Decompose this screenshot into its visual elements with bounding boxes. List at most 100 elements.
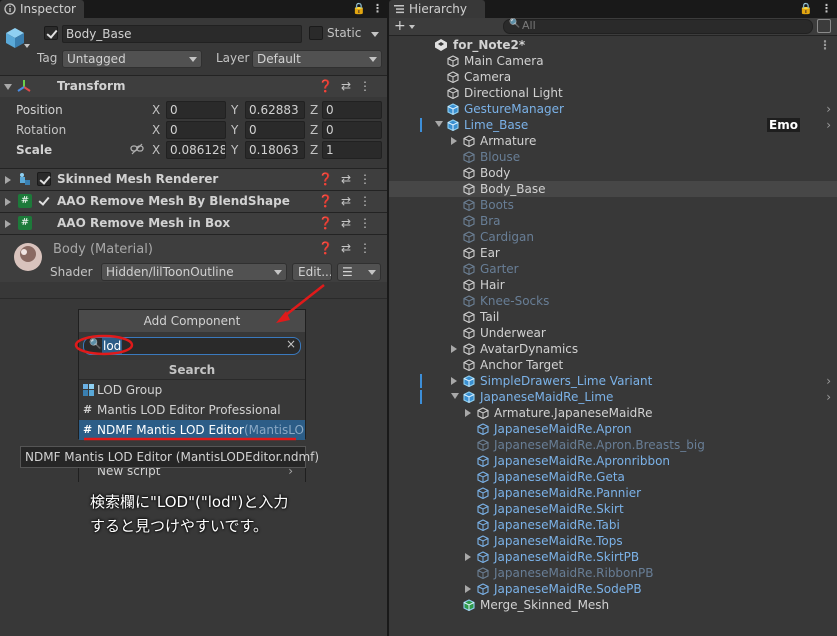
hierarchy-item[interactable]: JapaneseMaidRe.Tabi [389,517,837,533]
more-menu-icon[interactable]: ⋮ [821,2,832,15]
help-icon[interactable]: ❓ [318,172,341,186]
result-lod-group[interactable]: LOD Group [79,380,305,400]
hierarchy-item[interactable]: SimpleDrawers_Lime Variant › [389,373,837,389]
hierarchy-item[interactable]: Bra [389,213,837,229]
static-dropdown-caret-icon[interactable] [371,32,379,37]
tab-inspector[interactable]: Inspector [0,0,84,18]
hierarchy-item[interactable]: JapaneseMaidRe_Lime › [389,389,837,405]
presets-icon[interactable]: ⇄ [341,241,359,255]
hierarchy-item[interactable]: Tail [389,309,837,325]
tab-hierarchy[interactable]: Hierarchy [389,0,485,18]
help-icon[interactable]: ❓ [318,194,341,208]
foldout-closed-icon[interactable] [5,220,11,228]
scale-y-field[interactable]: 0.18063 [245,141,305,159]
result-mantis-lod-pro[interactable]: # Mantis LOD Editor Professional [79,400,305,420]
presets-icon[interactable]: ⇄ [341,79,359,93]
foldout-closed-icon[interactable] [465,585,471,593]
hierarchy-item[interactable]: Blouse [389,149,837,165]
scale-x-field[interactable]: 0.086128 [166,141,226,159]
help-icon[interactable]: ❓ [318,216,341,230]
hierarchy-item[interactable]: JapaneseMaidRe.Apron [389,421,837,437]
hierarchy-item[interactable]: JapaneseMaidRe.Apronribbon [389,453,837,469]
hierarchy-item[interactable]: Directional Light [389,85,837,101]
hierarchy-item[interactable]: Ear [389,245,837,261]
rotation-z-field[interactable]: 0 [322,121,382,139]
create-plus-icon[interactable]: + [394,18,406,34]
more-menu-icon[interactable]: ⋮ [359,216,379,230]
hierarchy-item[interactable]: Body_Base [389,181,837,197]
presets-icon[interactable]: ⇄ [341,194,359,208]
aao-box-header[interactable]: # AAO Remove Mesh in Box ❓⇄⋮ [0,212,387,234]
icon-dropdown-caret-icon[interactable] [24,44,30,48]
scene-visibility-icon[interactable] [817,19,831,33]
hierarchy-item[interactable]: Underwear [389,325,837,341]
help-icon[interactable]: ❓ [318,241,341,255]
hierarchy-item[interactable]: Merge_Skinned_Mesh [389,597,837,613]
hierarchy-item[interactable]: JapaneseMaidRe.RibbonPB [389,565,837,581]
shader-dropdown[interactable]: Hidden/lilToonOutline [101,263,287,281]
aao-blendshape-header[interactable]: # AAO Remove Mesh By BlendShape ❓⇄⋮ [0,190,387,212]
skinned-mesh-renderer-header[interactable]: Skinned Mesh Renderer ❓⇄⋮ [0,168,387,190]
presets-icon[interactable]: ⇄ [341,216,359,230]
foldout-closed-icon[interactable] [465,553,471,561]
new-script-row[interactable]: New script › [78,468,306,482]
chevron-right-icon[interactable]: › [826,117,831,133]
hierarchy-item[interactable]: Body [389,165,837,181]
position-x-field[interactable]: 0 [166,101,226,119]
hierarchy-item[interactable]: JapaneseMaidRe.Skirt [389,501,837,517]
chevron-right-icon[interactable]: › [826,101,831,117]
transform-header[interactable]: Transform ❓⇄⋮ [0,75,387,97]
scale-z-field[interactable]: 1 [322,141,382,159]
more-menu-icon[interactable]: ⋮ [819,37,831,53]
object-name-field[interactable]: Body_Base [62,25,302,43]
hierarchy-item[interactable]: Armature [389,133,837,149]
hierarchy-item[interactable]: Knee-Socks [389,293,837,309]
tag-dropdown[interactable]: Untagged [62,50,202,68]
position-y-field[interactable]: 0.62883 [245,101,305,119]
more-menu-icon[interactable]: ⋮ [372,2,383,15]
hierarchy-item[interactable]: JapaneseMaidRe.SodePB [389,581,837,597]
more-menu-icon[interactable]: ⋮ [359,79,379,93]
chevron-right-icon[interactable]: › [826,373,831,389]
presets-icon[interactable]: ⇄ [341,172,359,186]
foldout-open-icon[interactable] [451,393,459,399]
foldout-closed-icon[interactable] [451,377,457,385]
hierarchy-item[interactable]: GestureManager › [389,101,837,117]
scene-row[interactable]: for_Note2* ⋮ [389,37,837,53]
hierarchy-search-input[interactable]: 🔍 All [503,19,813,34]
static-checkbox[interactable] [309,26,323,40]
result-ndmf-mantis-lod[interactable]: # NDMF Mantis LOD Editor(MantisLOD [79,420,305,440]
hierarchy-item[interactable]: Anchor Target [389,357,837,373]
foldout-closed-icon[interactable] [451,345,457,353]
hierarchy-item[interactable]: JapaneseMaidRe.Apron.Breasts_big [389,437,837,453]
foldout-open-icon[interactable] [435,121,443,127]
more-menu-icon[interactable]: ⋮ [359,241,379,255]
more-menu-icon[interactable]: ⋮ [359,194,379,208]
lock-icon[interactable]: 🔒 [352,2,366,15]
help-icon[interactable]: ❓ [318,79,341,93]
shader-edit-button[interactable]: Edit... [292,263,332,281]
hierarchy-item[interactable]: Cardigan [389,229,837,245]
shader-list-button[interactable]: ☰ [337,263,381,281]
hierarchy-item[interactable]: JapaneseMaidRe.SkirtPB [389,549,837,565]
hierarchy-item[interactable]: JapaneseMaidRe.Geta [389,469,837,485]
rotation-y-field[interactable]: 0 [245,121,305,139]
hierarchy-item[interactable]: Hair [389,277,837,293]
position-z-field[interactable]: 0 [322,101,382,119]
layer-dropdown[interactable]: Default [252,50,382,68]
constrain-proportions-link-icon[interactable] [130,143,144,155]
hierarchy-item[interactable]: Camera [389,69,837,85]
active-checkbox[interactable] [44,26,58,40]
hierarchy-item[interactable]: Garter [389,261,837,277]
chevron-right-icon[interactable]: › [826,389,831,405]
clear-search-icon[interactable]: × [286,337,296,351]
hierarchy-item[interactable]: AvatarDynamics [389,341,837,357]
hierarchy-item[interactable]: Armature.JapaneseMaidRe [389,405,837,421]
hierarchy-item[interactable]: JapaneseMaidRe.Tops [389,533,837,549]
more-menu-icon[interactable]: ⋮ [359,172,379,186]
foldout-closed-icon[interactable] [465,409,471,417]
skinned-mesh-enabled-checkbox[interactable] [37,172,51,186]
rotation-x-field[interactable]: 0 [166,121,226,139]
add-component-button[interactable]: Add Component [79,310,305,332]
hierarchy-item[interactable]: JapaneseMaidRe.Pannier [389,485,837,501]
